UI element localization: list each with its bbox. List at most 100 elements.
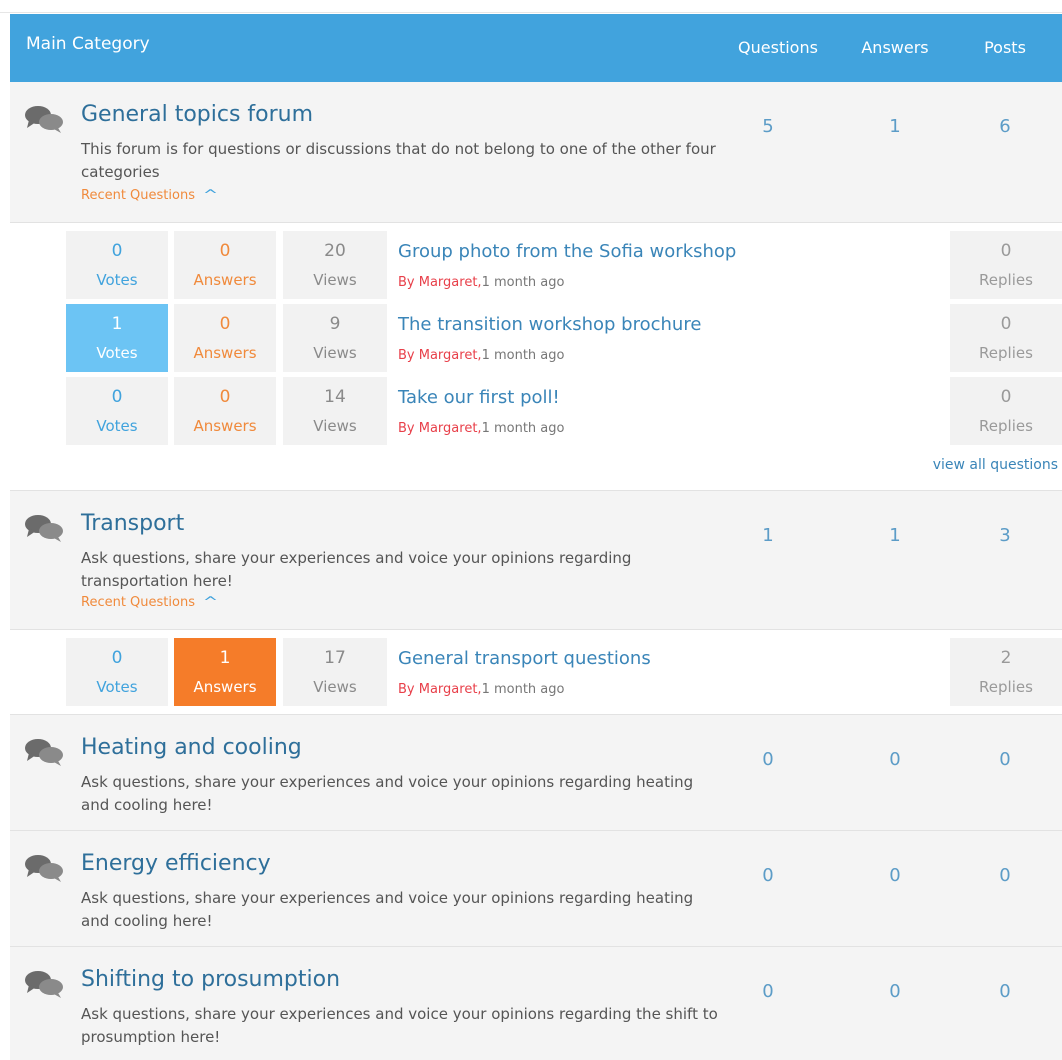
category-description: Ask questions, share your experiences an…: [81, 889, 694, 930]
views-label: Views: [313, 678, 357, 696]
question-row: 0 Votes 1 Answers 17 Views General transpor…: [66, 638, 1062, 706]
category-title[interactable]: Transport: [81, 511, 184, 536]
top-border: [0, 0, 1062, 13]
category-transport: Transport Ask questions, share your expe…: [10, 491, 1062, 630]
category-title[interactable]: Shifting to prosumption: [81, 967, 340, 992]
votes-count: 0: [111, 241, 123, 261]
post-time: 1 month ago: [481, 348, 565, 363]
votes-box: 0 Votes: [66, 231, 168, 299]
category-answers-count: 0: [889, 981, 901, 1002]
question-title[interactable]: General transport questions: [398, 648, 651, 669]
answers-box: 0 Answers: [174, 304, 276, 372]
recent-questions-list: 0 Votes 0 Answers 20 Views Group photo from…: [10, 223, 1062, 491]
views-box: 9 Views: [283, 304, 387, 372]
votes-box: 0 Votes: [66, 638, 168, 706]
answers-count: 0: [219, 314, 231, 334]
views-count: 17: [324, 648, 346, 668]
votes-label: Votes: [96, 271, 138, 289]
views-box: 14 Views: [283, 377, 387, 445]
views-box: 20 Views: [283, 231, 387, 299]
recent-questions-label: Recent Questions: [81, 595, 195, 610]
category-questions-count: 0: [762, 981, 774, 1002]
view-all-questions-link[interactable]: view all questions: [933, 457, 1058, 473]
forum-table: Main Category Questions Answers Posts Ge…: [10, 14, 1062, 1060]
recent-questions-toggle[interactable]: Recent Questions ^: [81, 595, 219, 610]
category-title[interactable]: General topics forum: [81, 102, 313, 127]
author-link[interactable]: By Margaret,: [398, 348, 482, 363]
views-label: Views: [313, 417, 357, 435]
answers-label: Answers: [193, 678, 257, 696]
answers-label: Answers: [193, 271, 257, 289]
chat-bubbles-icon: [25, 971, 63, 998]
question-row: 0 Votes 0 Answers 20 Views Group photo from…: [66, 231, 1062, 299]
category-description: This forum is for questions or discussio…: [81, 140, 716, 181]
recent-questions-toggle[interactable]: Recent Questions ^: [81, 188, 219, 203]
recent-questions-list: 0 Votes 1 Answers 17 Views General transpor…: [10, 630, 1062, 715]
question-title[interactable]: Group photo from the Sofia workshop: [398, 241, 736, 262]
votes-label: Votes: [96, 417, 138, 435]
category-questions-count: 1: [762, 525, 774, 546]
category-answers-count: 1: [889, 116, 901, 137]
category-prosumption: Shifting to prosumption Ask questions, s…: [10, 947, 1062, 1060]
replies-count: 0: [1000, 387, 1012, 407]
category-posts-count: 0: [999, 749, 1011, 770]
votes-count: 0: [111, 387, 123, 407]
author-link[interactable]: By Margaret,: [398, 421, 482, 436]
category-posts-count: 3: [999, 525, 1011, 546]
question-title[interactable]: The transition workshop brochure: [398, 314, 701, 335]
chat-bubbles-icon: [25, 855, 63, 882]
category-posts-count: 6: [999, 116, 1011, 137]
header-answers: Answers: [861, 38, 929, 57]
author-link[interactable]: By Margaret,: [398, 275, 482, 290]
category-answers-count: 0: [889, 865, 901, 886]
question-row: 1 Votes 0 Answers 9 Views The transition wo…: [66, 304, 1062, 372]
answers-count: 0: [219, 241, 231, 261]
replies-box: 0 Replies: [950, 304, 1062, 372]
category-description: Ask questions, share your experiences an…: [81, 773, 694, 814]
views-label: Views: [313, 344, 357, 362]
answers-box: 0 Answers: [174, 377, 276, 445]
chat-bubbles-icon: [25, 106, 63, 133]
chevron-up-icon: ^: [202, 188, 219, 203]
replies-box: 0 Replies: [950, 377, 1062, 445]
author-link[interactable]: By Margaret,: [398, 682, 482, 697]
replies-count: 0: [1000, 241, 1012, 261]
post-time: 1 month ago: [481, 275, 565, 290]
votes-label: Votes: [96, 344, 138, 362]
answers-box: 0 Answers: [174, 231, 276, 299]
answers-label: Answers: [193, 417, 257, 435]
header-questions: Questions: [738, 38, 818, 57]
answers-label: Answers: [193, 344, 257, 362]
header-main-category: Main Category: [26, 34, 150, 54]
chat-bubbles-icon: [25, 739, 63, 766]
question-meta: By Margaret,1 month ago: [398, 682, 564, 697]
views-box: 17 Views: [283, 638, 387, 706]
category-heating-cooling: Heating and cooling Ask questions, share…: [10, 715, 1062, 831]
category-posts-count: 0: [999, 981, 1011, 1002]
post-time: 1 month ago: [481, 421, 565, 436]
votes-label: Votes: [96, 678, 138, 696]
category-questions-count: 5: [762, 116, 774, 137]
header-posts: Posts: [984, 38, 1026, 57]
votes-count: 0: [111, 648, 123, 668]
question-meta: By Margaret,1 month ago: [398, 275, 564, 290]
category-title[interactable]: Heating and cooling: [81, 735, 302, 760]
views-count: 9: [329, 314, 341, 334]
chevron-up-icon: ^: [202, 595, 219, 610]
votes-box: 0 Votes: [66, 377, 168, 445]
category-questions-count: 0: [762, 865, 774, 886]
category-description: Ask questions, share your experiences an…: [81, 1005, 718, 1046]
views-count: 14: [324, 387, 346, 407]
category-questions-count: 0: [762, 749, 774, 770]
category-answers-count: 1: [889, 525, 901, 546]
replies-label: Replies: [979, 678, 1033, 696]
answers-count: 1: [219, 648, 231, 668]
question-meta: By Margaret,1 month ago: [398, 348, 564, 363]
category-energy-efficiency: Energy efficiency Ask questions, share y…: [10, 831, 1062, 947]
votes-box: 1 Votes: [66, 304, 168, 372]
replies-label: Replies: [979, 271, 1033, 289]
views-count: 20: [324, 241, 346, 261]
question-title[interactable]: Take our first poll!: [398, 387, 560, 408]
category-title[interactable]: Energy efficiency: [81, 851, 271, 876]
category-general-topics: General topics forum This forum is for q…: [10, 82, 1062, 223]
